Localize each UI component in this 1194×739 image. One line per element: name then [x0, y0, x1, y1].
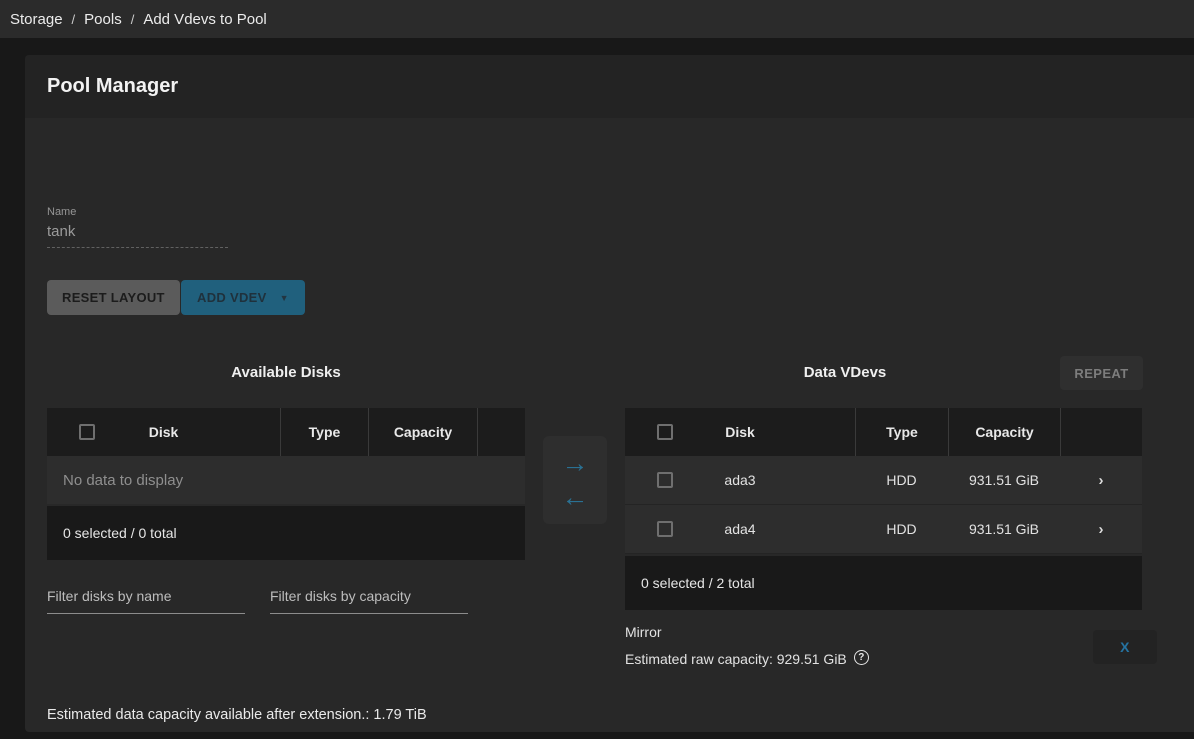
help-icon[interactable]: ? — [854, 650, 869, 665]
vdev-info: Mirror Estimated raw capacity: 929.51 Gi… — [625, 624, 869, 667]
pool-manager-screen: Storage / Pools / Add Vdevs to Pool Pool… — [0, 0, 1194, 739]
available-disks-title: Available Disks — [47, 364, 525, 381]
disk-type: HDD — [855, 505, 948, 553]
column-disk: Disk — [149, 424, 179, 440]
breadcrumb-separator: / — [131, 12, 135, 27]
disk-name: ada4 — [724, 521, 755, 537]
header-disk-cell: Disk — [47, 408, 280, 456]
row-checkbox[interactable] — [657, 521, 673, 537]
column-disk: Disk — [725, 424, 755, 440]
data-vdevs-title: Data VDevs — [625, 364, 1065, 381]
remove-vdev-button[interactable]: X — [1093, 630, 1157, 664]
column-type: Type — [855, 408, 948, 456]
estimated-capacity-text: Estimated data capacity available after … — [47, 707, 427, 723]
available-disks-table: Disk Type Capacity No data to display 0 … — [47, 408, 525, 560]
filter-capacity-field — [270, 588, 468, 614]
raw-capacity-text: Estimated raw capacity: 929.51 GiB — [625, 651, 847, 667]
pool-name-field: Name tank — [47, 206, 228, 248]
vdev-type-label: Mirror — [625, 624, 869, 640]
disk-capacity: 931.51 GiB — [948, 456, 1060, 504]
pool-manager-card: Pool Manager Name tank RESET LAYOUT ADD … — [25, 55, 1194, 732]
chevron-down-icon: ▼ — [280, 293, 289, 303]
data-vdevs-table: Disk Type Capacity ada3 HDD 931.51 GiB › — [625, 408, 1142, 610]
column-type: Type — [280, 408, 368, 456]
card-body: Name tank RESET LAYOUT ADD VDEV ▼ Availa… — [25, 118, 1194, 732]
breadcrumb-pools[interactable]: Pools — [84, 11, 122, 28]
transfer-panel: → ← — [543, 436, 607, 524]
column-actions — [1060, 408, 1142, 456]
available-disks-footer: 0 selected / 0 total — [47, 506, 525, 560]
disk-cell: ada4 — [625, 505, 855, 553]
filter-disks-by-capacity-input[interactable] — [270, 588, 468, 614]
pool-name-value: tank — [47, 223, 228, 248]
move-right-arrow-icon[interactable]: → — [562, 447, 589, 479]
select-all-checkbox[interactable] — [79, 424, 95, 440]
breadcrumb-current: Add Vdevs to Pool — [143, 11, 266, 28]
table-row[interactable]: ada3 HDD 931.51 GiB › — [625, 456, 1142, 505]
move-left-arrow-icon[interactable]: ← — [562, 481, 589, 513]
row-checkbox[interactable] — [657, 472, 673, 488]
table-header: Disk Type Capacity — [625, 408, 1142, 456]
column-capacity: Capacity — [368, 408, 477, 456]
column-actions — [477, 408, 525, 456]
column-capacity: Capacity — [948, 408, 1060, 456]
breadcrumb: Storage / Pools / Add Vdevs to Pool — [0, 0, 1194, 38]
disk-type: HDD — [855, 456, 948, 504]
empty-state: No data to display — [47, 456, 525, 504]
filter-name-field — [47, 588, 245, 614]
card-header: Pool Manager — [25, 55, 1194, 118]
filter-disks-by-name-input[interactable] — [47, 588, 245, 614]
select-all-checkbox[interactable] — [657, 424, 673, 440]
disk-capacity: 931.51 GiB — [948, 505, 1060, 553]
breadcrumb-separator: / — [72, 12, 76, 27]
table-row[interactable]: ada4 HDD 931.51 GiB › — [625, 505, 1142, 554]
add-vdev-dropdown-button[interactable]: ADD VDEV ▼ — [181, 280, 305, 315]
header-disk-cell: Disk — [625, 408, 855, 456]
disk-cell: ada3 — [625, 456, 855, 504]
chevron-right-icon[interactable]: › — [1099, 521, 1104, 538]
data-vdevs-footer: 0 selected / 2 total — [625, 556, 1142, 610]
add-vdev-label: ADD VDEV — [197, 290, 267, 305]
repeat-button[interactable]: REPEAT — [1060, 356, 1143, 390]
pool-name-label: Name — [47, 206, 228, 218]
page-title: Pool Manager — [47, 75, 178, 98]
breadcrumb-storage[interactable]: Storage — [10, 11, 63, 28]
disk-name: ada3 — [724, 472, 755, 488]
chevron-right-icon[interactable]: › — [1099, 472, 1104, 489]
table-header: Disk Type Capacity — [47, 408, 525, 456]
reset-layout-button[interactable]: RESET LAYOUT — [47, 280, 180, 315]
